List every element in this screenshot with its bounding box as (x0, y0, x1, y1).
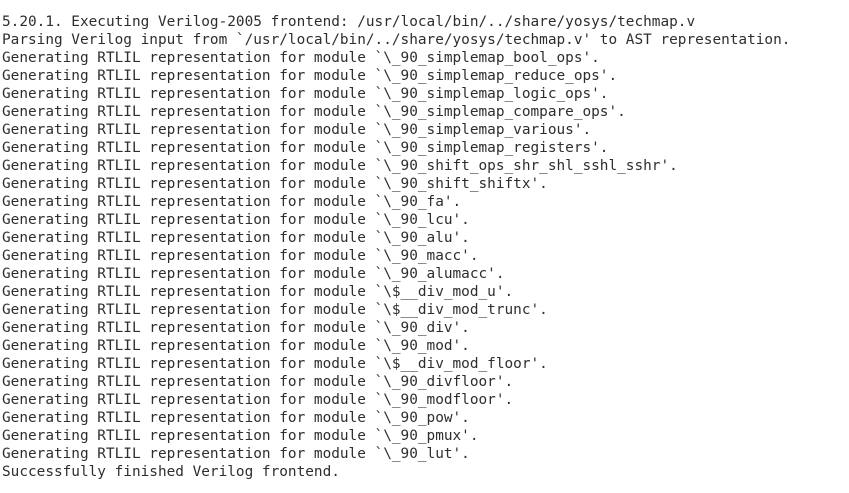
output-line: Generating RTLIL representation for modu… (2, 104, 626, 120)
output-line: Generating RTLIL representation for modu… (2, 176, 548, 192)
output-line: Generating RTLIL representation for modu… (2, 86, 609, 102)
output-line: Generating RTLIL representation for modu… (2, 212, 470, 228)
output-line: Generating RTLIL representation for modu… (2, 302, 548, 318)
output-line: Generating RTLIL representation for modu… (2, 320, 470, 336)
output-line: 5.20.1. Executing Verilog-2005 frontend:… (2, 14, 696, 30)
output-line: Generating RTLIL representation for modu… (2, 392, 514, 408)
output-line: Generating RTLIL representation for modu… (2, 50, 600, 66)
output-line: Generating RTLIL representation for modu… (2, 194, 462, 210)
output-line: Generating RTLIL representation for modu… (2, 338, 470, 354)
output-line: Generating RTLIL representation for modu… (2, 356, 548, 372)
output-line: Generating RTLIL representation for modu… (2, 374, 514, 390)
terminal-output[interactable]: 5.20.1. Executing Verilog-2005 frontend:… (0, 0, 849, 493)
output-line: Generating RTLIL representation for modu… (2, 68, 618, 84)
output-line: Generating RTLIL representation for modu… (2, 122, 592, 138)
output-line: Generating RTLIL representation for modu… (2, 428, 479, 444)
output-line: Generating RTLIL representation for modu… (2, 230, 470, 246)
output-line: Generating RTLIL representation for modu… (2, 266, 505, 282)
output-line: Generating RTLIL representation for modu… (2, 446, 470, 462)
output-line: Successfully finished Verilog frontend. (2, 464, 340, 480)
output-line: Generating RTLIL representation for modu… (2, 158, 678, 174)
output-line: Generating RTLIL representation for modu… (2, 248, 479, 264)
output-line: Generating RTLIL representation for modu… (2, 410, 470, 426)
output-line: Parsing Verilog input from `/usr/local/b… (2, 32, 791, 48)
output-line: Generating RTLIL representation for modu… (2, 140, 609, 156)
output-line: Generating RTLIL representation for modu… (2, 284, 514, 300)
